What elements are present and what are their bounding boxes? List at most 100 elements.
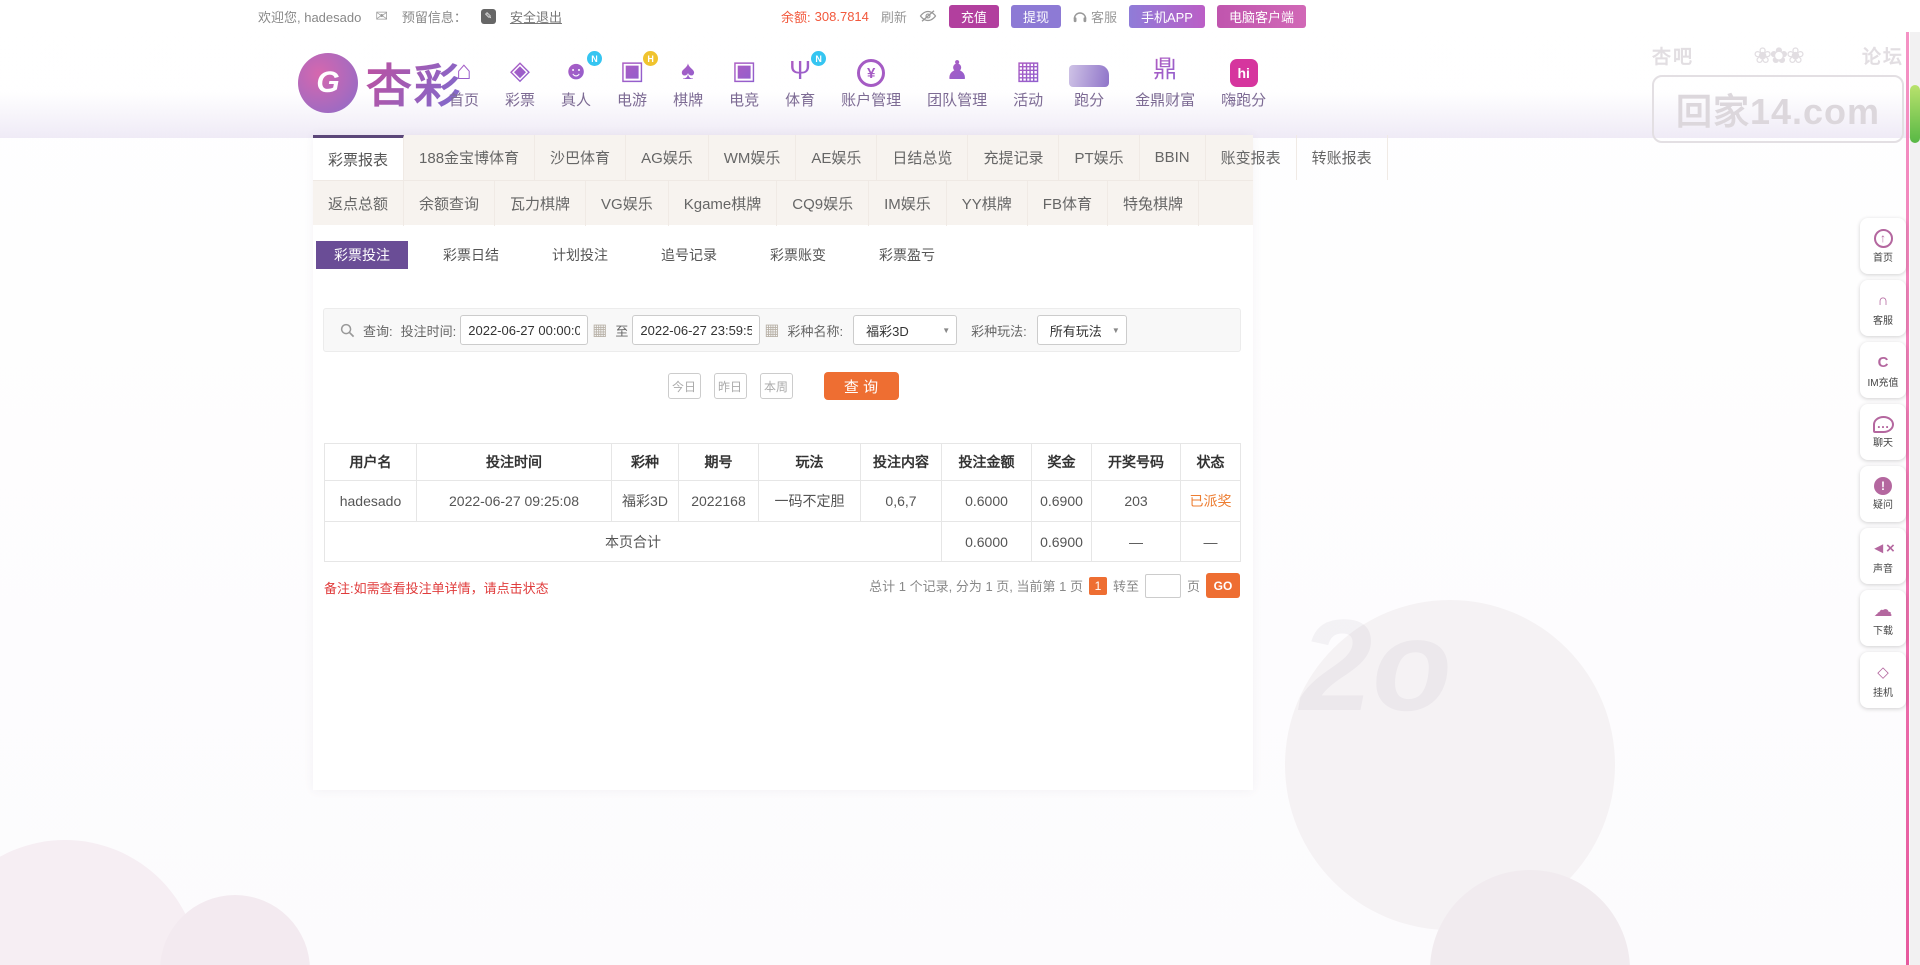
yesterday-button[interactable]: 昨日 [713, 373, 747, 399]
recharge-icon: C [1877, 353, 1889, 371]
welcome-text: 欢迎您, hadesado [258, 9, 362, 25]
query-submit-button[interactable]: 查 询 [823, 372, 899, 400]
scrollbar-track[interactable] [1910, 0, 1920, 965]
tab-fb-sport[interactable]: FB体育 [1028, 181, 1108, 226]
lottery-select[interactable]: 福彩3D ▼ [853, 315, 958, 345]
tab-im[interactable]: IM娱乐 [869, 181, 947, 226]
headset-icon [1073, 11, 1087, 22]
col-play: 玩法 [758, 443, 861, 481]
footnote: 备注:如需查看投注单详情，请点击状态 [324, 581, 549, 596]
tab-wali[interactable]: 瓦力棋牌 [495, 181, 587, 226]
nav-item-sports[interactable]: N Ψ 体育 [772, 51, 828, 110]
withdraw-button[interactable]: 提现 [1010, 4, 1061, 28]
sidebar-item-im-recharge[interactable]: C IM充值 [1860, 342, 1906, 398]
nav-item-boardgames[interactable]: ♠ 棋牌 [660, 55, 716, 110]
tab-lottery-report[interactable]: 彩票报表 [313, 135, 405, 180]
logo-emblem-icon [298, 53, 358, 113]
calendar-icon[interactable]: ▦ [592, 320, 607, 340]
tab-transfer-report[interactable]: 转账报表 [1297, 135, 1388, 180]
nav-item-lottery[interactable]: ◈ 彩票 [492, 55, 548, 110]
subtab-lottery-pl[interactable]: 彩票盈亏 [861, 241, 953, 269]
subtab-chase-records[interactable]: 追号记录 [643, 241, 735, 269]
status-link[interactable]: 已派奖 [1190, 493, 1232, 509]
tab-balance-query[interactable]: 余额查询 [404, 181, 496, 226]
pc-client-button[interactable]: 电脑客户端 [1216, 4, 1306, 28]
tab-tetu[interactable]: 特兔棋牌 [1108, 181, 1199, 226]
sidebar-item-chat[interactable]: … 聊天 [1860, 404, 1906, 460]
gamepad-icon: ▣ [619, 55, 645, 85]
nav-item-live[interactable]: N ☻ 真人 [548, 51, 604, 110]
gamepad-icon: ▣ [731, 55, 757, 85]
hot-badge: H [643, 51, 659, 66]
tab-188sport[interactable]: 188金宝博体育 [404, 135, 536, 180]
sidebar-item-download[interactable]: ☁ 下载 [1860, 590, 1906, 646]
cell-lottery: 福彩3D [611, 480, 679, 522]
tab-rebate-total[interactable]: 返点总额 [313, 181, 405, 226]
gem-icon: ◇ [1877, 664, 1889, 681]
tab-kgame[interactable]: Kgame棋牌 [669, 181, 778, 226]
mobile-app-button[interactable]: 手机APP [1128, 4, 1205, 28]
tab-bbin[interactable]: BBIN [1140, 135, 1206, 180]
gift-icon: ▦ [1015, 55, 1041, 85]
page-number-input[interactable] [1144, 573, 1181, 598]
report-tabs-row1: 彩票报表 188金宝博体育 沙巴体育 AG娱乐 WM娱乐 AE娱乐 日结总览 充… [313, 135, 1388, 180]
tab-wm[interactable]: WM娱乐 [709, 135, 797, 180]
date-to-input[interactable] [632, 315, 761, 345]
person-icon: ☻ [562, 55, 590, 85]
tab-pt[interactable]: PT娱乐 [1059, 135, 1140, 180]
eye-slash-icon[interactable] [919, 9, 937, 23]
decor-circle [0, 840, 200, 965]
subtab-lottery-daily[interactable]: 彩票日结 [425, 241, 517, 269]
tab-saba-sport[interactable]: 沙巴体育 [535, 135, 627, 180]
pagination-summary: 总计 1 个记录, 分为 1 页, 当前第 1 页 [869, 579, 1083, 594]
rhino-logo-icon [1069, 65, 1110, 87]
tab-yy[interactable]: YY棋牌 [947, 181, 1028, 226]
col-lottery: 彩种 [611, 443, 679, 481]
nav-item-paofen[interactable]: 跑分 [1056, 59, 1122, 110]
current-page-button[interactable]: 1 [1088, 576, 1107, 595]
deposit-button[interactable]: 充值 [948, 4, 999, 28]
tab-deposit-records[interactable]: 充提记录 [968, 135, 1060, 180]
service-link[interactable]: 客服 [1073, 7, 1117, 26]
calendar-icon[interactable]: ▦ [764, 320, 779, 340]
sidebar-item-idle[interactable]: ◇ 挂机 [1860, 652, 1906, 708]
subtab-lottery-account[interactable]: 彩票账变 [752, 241, 844, 269]
refresh-link[interactable]: 刷新 [881, 7, 907, 26]
date-from-input[interactable] [460, 315, 589, 345]
decor-circle [1430, 870, 1630, 965]
tab-ae[interactable]: AE娱乐 [796, 135, 878, 180]
sidebar-item-service[interactable]: ∩ 客服 [1860, 280, 1906, 336]
mail-icon[interactable]: ✉ [375, 7, 388, 25]
scrollbar-thumb[interactable] [1910, 85, 1920, 143]
tab-account-change[interactable]: 账变报表 [1206, 135, 1297, 180]
nav-item-esports[interactable]: ▣ 电竞 [716, 55, 772, 110]
nav-item-account[interactable]: ¥ 账户管理 [828, 59, 914, 110]
edit-pencil-icon[interactable]: ✎ [480, 8, 496, 24]
summary-status: — [1180, 521, 1241, 562]
tab-daily-summary[interactable]: 日结总览 [877, 135, 969, 180]
nav-item-home[interactable]: ⌂ 首页 [436, 55, 492, 110]
this-week-button[interactable]: 本周 [759, 373, 793, 399]
logout-link[interactable]: 安全退出 [510, 7, 562, 26]
nav-item-team[interactable]: ♟ 团队管理 [914, 55, 1000, 110]
today-button[interactable]: 今日 [667, 373, 701, 399]
nav-item-jinding[interactable]: 鼎 金鼎财富 [1122, 55, 1208, 110]
new-badge: N [811, 51, 827, 66]
play-type-select[interactable]: 所有玩法 ▼ [1036, 315, 1127, 345]
subtab-plan-bets[interactable]: 计划投注 [534, 241, 626, 269]
sidebar-item-question[interactable]: ! 疑问 [1860, 466, 1906, 522]
quick-filter-row: 今日 昨日 本周 查 询 [313, 372, 1253, 400]
nav-item-egames[interactable]: H ▣ 电游 [604, 51, 660, 110]
sidebar-item-home[interactable]: ↑ 首页 [1860, 218, 1906, 274]
sidebar-item-sound[interactable]: ◄× 声音 [1860, 528, 1906, 584]
tab-ag[interactable]: AG娱乐 [626, 135, 709, 180]
chevron-down-icon: ▼ [1111, 325, 1120, 335]
tab-vg[interactable]: VG娱乐 [586, 181, 669, 226]
go-button[interactable]: GO [1206, 573, 1240, 598]
subtab-lottery-bets[interactable]: 彩票投注 [316, 241, 408, 269]
nav-item-promotions[interactable]: ▦ 活动 [1000, 55, 1056, 110]
search-icon [340, 323, 355, 337]
watermark-domain: 回家14.com [1652, 75, 1904, 143]
tab-cq9[interactable]: CQ9娱乐 [777, 181, 870, 226]
nav-item-hipaofen[interactable]: hi 嗨跑分 [1208, 59, 1279, 110]
